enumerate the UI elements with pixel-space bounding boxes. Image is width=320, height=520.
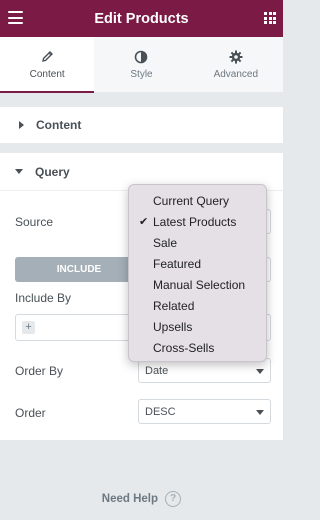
dropdown-option-related[interactable]: Related xyxy=(129,296,266,317)
order-value: DESC xyxy=(145,405,176,418)
order-select[interactable]: DESC xyxy=(138,399,271,424)
dropdown-option-latest-products[interactable]: ✔ Latest Products xyxy=(129,212,266,233)
caret-right-icon xyxy=(18,121,26,129)
dropdown-option-featured[interactable]: Featured xyxy=(129,254,266,275)
checkmark-icon: ✔ xyxy=(139,216,149,228)
dropdown-option-sale[interactable]: Sale xyxy=(129,233,266,254)
section-content-header[interactable]: Content xyxy=(0,107,283,143)
order-by-value: Date xyxy=(145,364,169,377)
tab-content-label: Content xyxy=(29,69,65,80)
source-label: Source xyxy=(15,215,54,229)
need-help-label: Need Help xyxy=(101,493,159,506)
dropdown-option-upsells[interactable]: Upsells xyxy=(129,317,266,338)
chevron-down-icon xyxy=(256,369,264,374)
caret-down-icon xyxy=(15,168,23,175)
half-circle-icon xyxy=(134,49,148,64)
panel-title: Edit Products xyxy=(94,10,189,27)
question-circle-icon: ? xyxy=(165,491,182,507)
include-button[interactable]: INCLUDE xyxy=(15,257,143,282)
grid-apps-icon[interactable] xyxy=(264,12,276,24)
need-help-link[interactable]: Need Help ? xyxy=(0,491,283,507)
tab-style-label: Style xyxy=(130,69,153,80)
dropdown-option-manual-selection[interactable]: Manual Selection xyxy=(129,275,266,296)
section-content-title: Content xyxy=(36,118,82,132)
source-dropdown-menu: Current Query ✔ Latest Products Sale Feat… xyxy=(128,184,267,362)
order-by-label: Order By xyxy=(15,364,64,378)
section-query-title: Query xyxy=(35,164,70,179)
panel-header: Edit Products xyxy=(0,0,283,37)
tab-content[interactable]: Content xyxy=(0,37,95,93)
panel-footer: Need Help ? xyxy=(0,440,283,520)
dropdown-option-current-query[interactable]: Current Query xyxy=(129,191,266,212)
tab-advanced-label: Advanced xyxy=(213,69,259,80)
gear-icon xyxy=(229,49,243,64)
tab-style[interactable]: Style xyxy=(94,37,189,92)
dropdown-option-cross-sells[interactable]: Cross-Sells xyxy=(129,338,266,359)
include-by-label: Include By xyxy=(15,291,72,305)
chevron-down-icon xyxy=(256,410,264,415)
order-label: Order xyxy=(15,406,46,420)
plus-icon[interactable]: + xyxy=(22,321,35,334)
order-row: Order DESC xyxy=(0,399,283,440)
editor-tabs: Content Style Advanced xyxy=(0,37,283,93)
pencil-icon xyxy=(41,49,54,64)
tab-advanced[interactable]: Advanced xyxy=(188,37,283,92)
hamburger-menu-icon[interactable] xyxy=(8,11,23,24)
